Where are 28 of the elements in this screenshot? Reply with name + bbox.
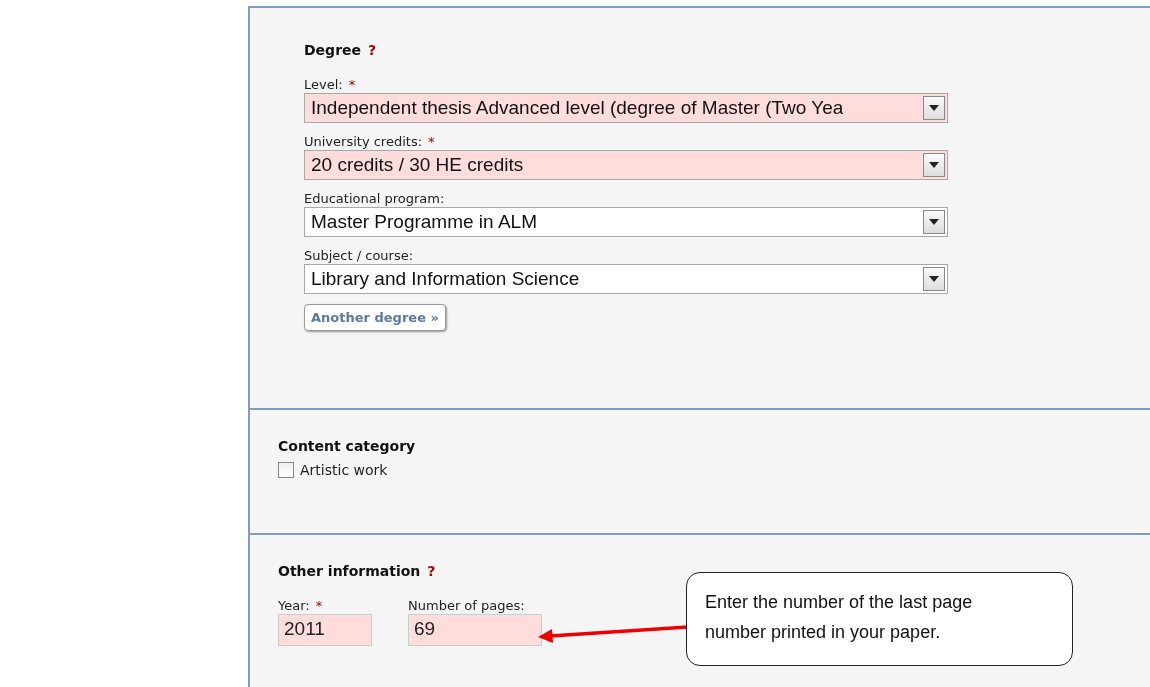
field-label: Educational program: [304, 191, 445, 206]
field-label: Year: [278, 598, 310, 613]
section-title: Degree [304, 42, 362, 58]
field-label: Level: [304, 77, 343, 92]
input-field[interactable]: 2011 [278, 614, 372, 646]
dropdown[interactable]: Master Programme in ALM [304, 207, 948, 237]
dropdown[interactable]: Independent thesis Advanced level (degree of Master (Two Yea [304, 93, 948, 123]
section-title: Content category [278, 438, 416, 454]
checkbox[interactable] [278, 462, 294, 478]
caret-icon [929, 276, 939, 282]
help-link[interactable]: ? [427, 563, 436, 579]
help-link[interactable]: ? [368, 42, 377, 58]
required-mark: * [348, 77, 356, 92]
caret-icon [929, 162, 939, 168]
section-title: Other information [278, 563, 421, 579]
caret-icon [929, 105, 939, 111]
callout-text: Enter the number of the last page number printed in your paper. [686, 572, 1073, 666]
field-label: Subject / course: [304, 248, 414, 263]
dropdown[interactable]: 20 credits / 30 HE credits [304, 150, 948, 180]
caret-icon [929, 219, 939, 225]
checkbox-label: Artistic work [300, 462, 388, 478]
required-mark: * [428, 134, 435, 149]
dropdown[interactable]: Library and Information Science [304, 264, 948, 294]
field-label: University credits: [304, 134, 423, 149]
required-mark: * [315, 598, 323, 613]
another-degree-button[interactable]: Another degree » [304, 304, 446, 331]
input-field[interactable]: 69 [408, 614, 542, 646]
field-label: Number of pages: [408, 598, 525, 613]
